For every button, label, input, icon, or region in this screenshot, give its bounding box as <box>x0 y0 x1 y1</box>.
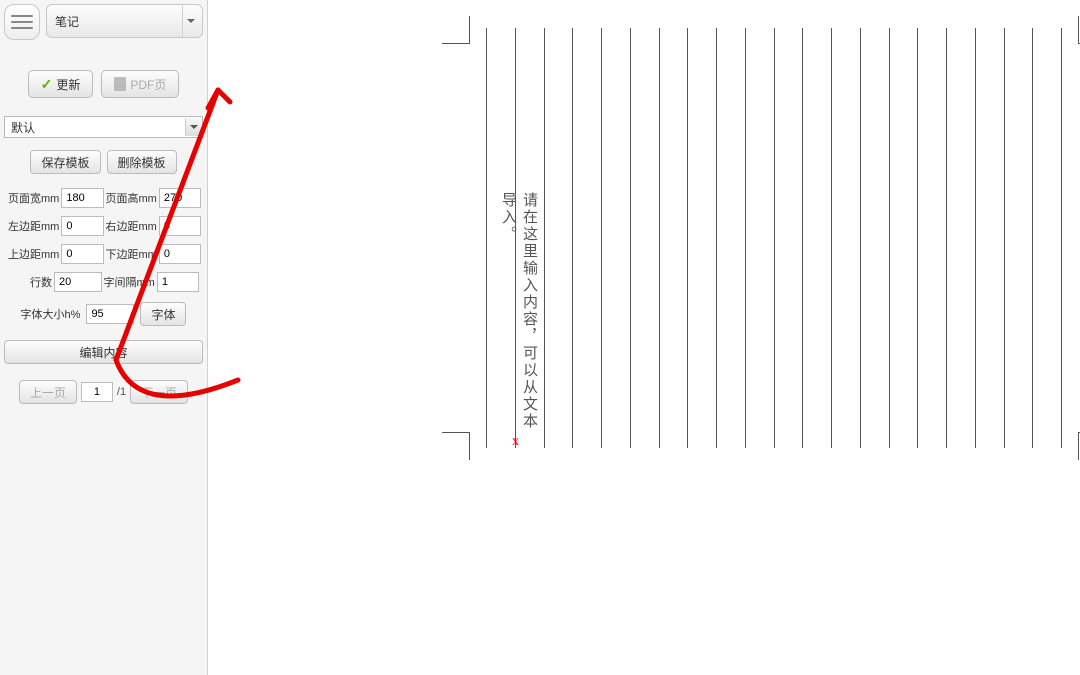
next-page-button[interactable]: 下一页 <box>130 380 188 404</box>
column-lines <box>486 28 1062 448</box>
chevron-down-icon <box>182 5 198 37</box>
cursor-mark: x <box>512 434 519 450</box>
update-button[interactable]: ✓ 更新 <box>28 70 94 98</box>
placeholder-text: 请在这里输入内容，可以从文本导入。 <box>498 192 540 442</box>
document-icon <box>114 77 126 91</box>
action-row: ✓ 更新 PDF页 <box>0 42 207 114</box>
update-label: 更新 <box>56 76 80 93</box>
rows-input[interactable] <box>54 272 102 292</box>
crop-mark-bl <box>442 432 470 460</box>
page-width-input[interactable] <box>61 188 103 208</box>
chevron-down-icon <box>185 118 201 136</box>
page-height-input[interactable] <box>159 188 201 208</box>
prev-page-button[interactable]: 上一页 <box>19 380 77 404</box>
font-size-input[interactable] <box>86 304 134 324</box>
edit-content-button[interactable]: 编辑内容 <box>4 340 203 364</box>
delete-template-button[interactable]: 删除模板 <box>107 150 177 174</box>
canvas-area: 请在这里输入内容，可以从文本导入。 x <box>208 0 1080 675</box>
row-margin-tb: 上边距mm 下边距mm <box>0 240 207 268</box>
rows-label: 行数 <box>8 274 52 290</box>
margin-right-input[interactable] <box>159 216 201 236</box>
font-size-label: 字体大小h% <box>21 306 81 322</box>
page-height-label: 页面高mm <box>106 190 157 206</box>
font-row: 字体大小h% 字体 <box>0 296 207 332</box>
pager: 上一页 /1 下一页 <box>0 372 207 412</box>
sidebar: 笔记 ✓ 更新 PDF页 默认 保存模板 删除模板 页面宽mm 页面高mm 左边… <box>0 0 208 675</box>
pdf-button[interactable]: PDF页 <box>101 70 179 98</box>
page-width-label: 页面宽mm <box>8 190 59 206</box>
crop-mark-tl <box>442 16 470 44</box>
page-total: /1 <box>117 386 126 398</box>
page-input[interactable] <box>81 382 113 402</box>
margin-bottom-input[interactable] <box>159 244 201 264</box>
save-template-button[interactable]: 保存模板 <box>30 150 100 174</box>
top-row: 笔记 <box>0 0 207 42</box>
type-select-label: 笔记 <box>55 13 79 30</box>
margin-top-label: 上边距mm <box>8 246 59 262</box>
margin-right-label: 右边距mm <box>106 218 157 234</box>
template-buttons: 保存模板 删除模板 <box>0 140 207 184</box>
margin-bottom-label: 下边距mm <box>106 246 157 262</box>
font-button[interactable]: 字体 <box>140 302 186 326</box>
row-rows-gap: 行数 字间隔mm <box>0 268 207 296</box>
pdf-label: PDF页 <box>130 76 166 93</box>
margin-left-label: 左边距mm <box>8 218 59 234</box>
margin-left-input[interactable] <box>61 216 103 236</box>
template-selected: 默认 <box>11 119 35 136</box>
check-icon: ✓ <box>41 76 53 93</box>
template-select[interactable]: 默认 <box>4 116 203 138</box>
type-select[interactable]: 笔记 <box>46 4 203 38</box>
page-preview: 请在这里输入内容，可以从文本导入。 x <box>444 18 1080 458</box>
menu-button[interactable] <box>4 4 40 40</box>
gap-input[interactable] <box>157 272 199 292</box>
gap-label: 字间隔mm <box>104 274 155 290</box>
row-page-size: 页面宽mm 页面高mm <box>0 184 207 212</box>
margin-top-input[interactable] <box>61 244 103 264</box>
row-margin-lr: 左边距mm 右边距mm <box>0 212 207 240</box>
